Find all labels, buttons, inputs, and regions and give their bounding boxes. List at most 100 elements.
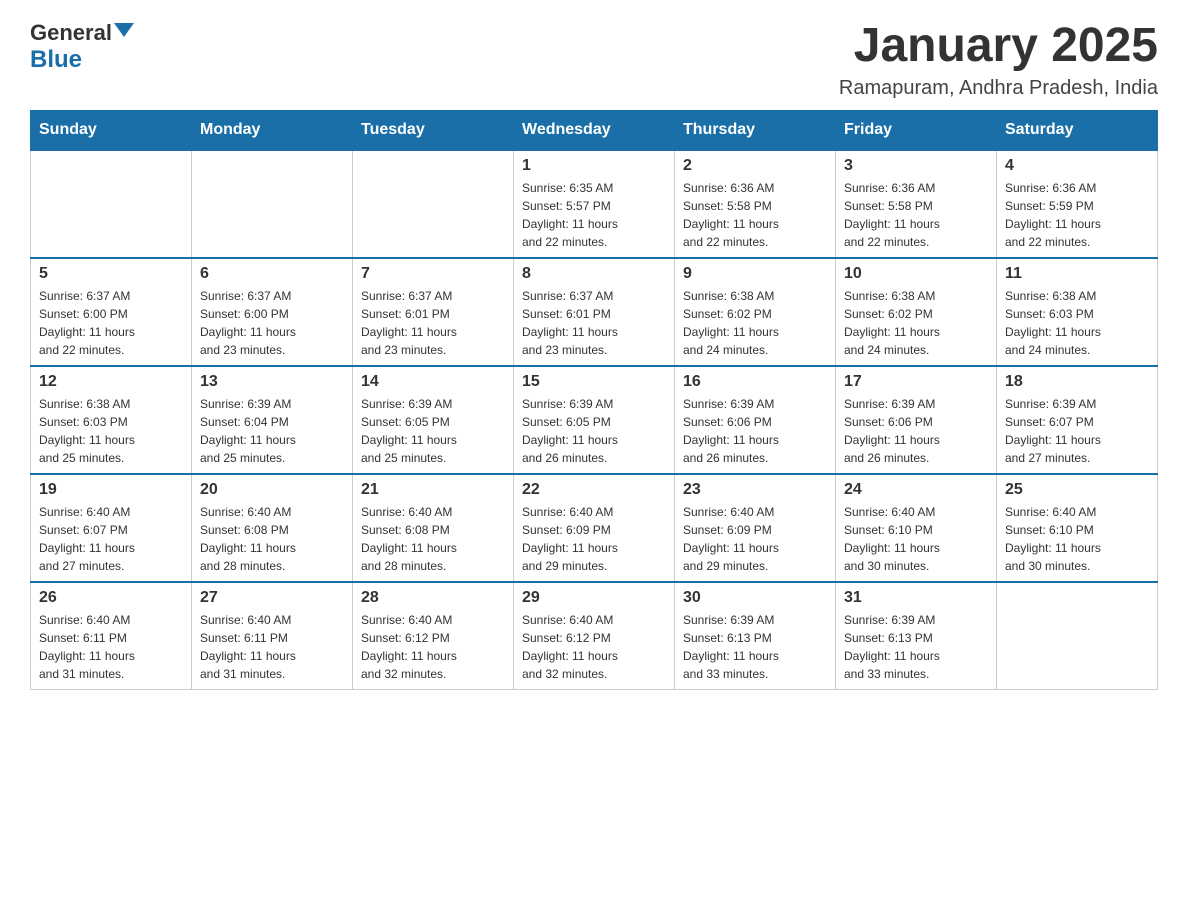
logo-general: General (30, 20, 112, 46)
calendar-cell: 9Sunrise: 6:38 AM Sunset: 6:02 PM Daylig… (675, 258, 836, 366)
calendar-cell: 10 Sunrise: 6:38 AM Sunset: 6:02 PM Dayli… (836, 258, 997, 366)
calendar-cell: 30 Sunrise: 6:39 AM Sunset: 6:13 PM Dayli… (675, 582, 836, 690)
day-number: 4 (1005, 157, 1149, 175)
calendar-cell: 22 Sunrise: 6:40 AM Sunset: 6:09 PM Dayli… (514, 474, 675, 582)
calendar-week-row: 26Sunrise: 6:40 AM Sunset: 6:11 PM Dayli… (31, 582, 1158, 690)
day-info: Sunrise: 6:39 AM Sunset: 6:06 PM Dayligh… (683, 395, 827, 467)
calendar-cell: 18 Sunrise: 6:39 AM Sunset: 6:07 PM Dayli… (997, 366, 1158, 474)
day-info: Sunrise: 6:40 AM Sunset: 6:08 PM Dayligh… (361, 503, 505, 575)
day-info: Sunrise: 6:38 AM Sunset: 6:02 PM Dayligh… (844, 287, 988, 359)
calendar-cell: 4 Sunrise: 6:36 AM Sunset: 5:59 PM Daylig… (997, 150, 1158, 258)
title-block: January 2025 Ramapuram, Andhra Pradesh, … (839, 20, 1158, 100)
calendar-cell: 8Sunrise: 6:37 AM Sunset: 6:01 PM Daylig… (514, 258, 675, 366)
day-info: Sunrise: 6:38 AM Sunset: 6:03 PM Dayligh… (1005, 287, 1149, 359)
day-info: Sunrise: 6:40 AM Sunset: 6:07 PM Dayligh… (39, 503, 183, 575)
day-number: 9 (683, 265, 827, 283)
day-info: Sunrise: 6:36 AM Sunset: 5:58 PM Dayligh… (683, 179, 827, 251)
calendar-cell: 13Sunrise: 6:39 AM Sunset: 6:04 PM Dayli… (192, 366, 353, 474)
day-number: 7 (361, 265, 505, 283)
day-number: 30 (683, 589, 827, 607)
calendar-cell: 17Sunrise: 6:39 AM Sunset: 6:06 PM Dayli… (836, 366, 997, 474)
calendar-cell: 19Sunrise: 6:40 AM Sunset: 6:07 PM Dayli… (31, 474, 192, 582)
page-header: General Blue January 2025 Ramapuram, And… (30, 20, 1158, 100)
day-number: 24 (844, 481, 988, 499)
day-number: 12 (39, 373, 183, 391)
day-number: 2 (683, 157, 827, 175)
calendar-cell: 20 Sunrise: 6:40 AM Sunset: 6:08 PM Dayli… (192, 474, 353, 582)
day-info: Sunrise: 6:35 AM Sunset: 5:57 PM Dayligh… (522, 179, 666, 251)
calendar-cell: 23 Sunrise: 6:40 AM Sunset: 6:09 PM Dayli… (675, 474, 836, 582)
calendar-cell: 14Sunrise: 6:39 AM Sunset: 6:05 PM Dayli… (353, 366, 514, 474)
calendar-cell: 29Sunrise: 6:40 AM Sunset: 6:12 PM Dayli… (514, 582, 675, 690)
calendar-cell: 2 Sunrise: 6:36 AM Sunset: 5:58 PM Daylig… (675, 150, 836, 258)
day-info: Sunrise: 6:37 AM Sunset: 6:00 PM Dayligh… (200, 287, 344, 359)
day-info: Sunrise: 6:39 AM Sunset: 6:04 PM Dayligh… (200, 395, 344, 467)
day-number: 6 (200, 265, 344, 283)
day-info: Sunrise: 6:40 AM Sunset: 6:08 PM Dayligh… (200, 503, 344, 575)
location-title: Ramapuram, Andhra Pradesh, India (839, 77, 1158, 100)
calendar-header-row: SundayMondayTuesdayWednesdayThursdayFrid… (31, 110, 1158, 150)
calendar-week-row: 1 Sunrise: 6:35 AM Sunset: 5:57 PM Daylig… (31, 150, 1158, 258)
day-info: Sunrise: 6:39 AM Sunset: 6:13 PM Dayligh… (844, 611, 988, 683)
day-number: 21 (361, 481, 505, 499)
day-info: Sunrise: 6:39 AM Sunset: 6:07 PM Dayligh… (1005, 395, 1149, 467)
day-of-week-header: Tuesday (353, 110, 514, 150)
calendar-cell: 16 Sunrise: 6:39 AM Sunset: 6:06 PM Dayli… (675, 366, 836, 474)
day-number: 22 (522, 481, 666, 499)
day-number: 29 (522, 589, 666, 607)
logo: General Blue (30, 20, 134, 75)
day-info: Sunrise: 6:40 AM Sunset: 6:09 PM Dayligh… (522, 503, 666, 575)
day-number: 10 (844, 265, 988, 283)
day-number: 8 (522, 265, 666, 283)
calendar-cell (31, 150, 192, 258)
calendar-week-row: 19Sunrise: 6:40 AM Sunset: 6:07 PM Dayli… (31, 474, 1158, 582)
day-info: Sunrise: 6:39 AM Sunset: 6:13 PM Dayligh… (683, 611, 827, 683)
day-number: 28 (361, 589, 505, 607)
day-info: Sunrise: 6:40 AM Sunset: 6:10 PM Dayligh… (844, 503, 988, 575)
day-info: Sunrise: 6:38 AM Sunset: 6:03 PM Dayligh… (39, 395, 183, 467)
day-of-week-header: Monday (192, 110, 353, 150)
calendar-cell: 7Sunrise: 6:37 AM Sunset: 6:01 PM Daylig… (353, 258, 514, 366)
day-of-week-header: Friday (836, 110, 997, 150)
day-info: Sunrise: 6:36 AM Sunset: 5:58 PM Dayligh… (844, 179, 988, 251)
month-title: January 2025 (839, 20, 1158, 73)
day-info: Sunrise: 6:37 AM Sunset: 6:00 PM Dayligh… (39, 287, 183, 359)
calendar-cell: 11 Sunrise: 6:38 AM Sunset: 6:03 PM Dayli… (997, 258, 1158, 366)
day-number: 20 (200, 481, 344, 499)
calendar-cell: 5 Sunrise: 6:37 AM Sunset: 6:00 PM Daylig… (31, 258, 192, 366)
day-of-week-header: Sunday (31, 110, 192, 150)
logo-triangle-icon (114, 23, 134, 37)
calendar-table: SundayMondayTuesdayWednesdayThursdayFrid… (30, 110, 1158, 690)
calendar-week-row: 5 Sunrise: 6:37 AM Sunset: 6:00 PM Daylig… (31, 258, 1158, 366)
calendar-cell: 15 Sunrise: 6:39 AM Sunset: 6:05 PM Dayli… (514, 366, 675, 474)
day-number: 17 (844, 373, 988, 391)
day-of-week-header: Wednesday (514, 110, 675, 150)
day-info: Sunrise: 6:40 AM Sunset: 6:09 PM Dayligh… (683, 503, 827, 575)
day-info: Sunrise: 6:39 AM Sunset: 6:05 PM Dayligh… (361, 395, 505, 467)
day-info: Sunrise: 6:36 AM Sunset: 5:59 PM Dayligh… (1005, 179, 1149, 251)
day-number: 18 (1005, 373, 1149, 391)
calendar-cell: 6 Sunrise: 6:37 AM Sunset: 6:00 PM Daylig… (192, 258, 353, 366)
day-number: 23 (683, 481, 827, 499)
calendar-cell: 24 Sunrise: 6:40 AM Sunset: 6:10 PM Dayli… (836, 474, 997, 582)
day-number: 1 (522, 157, 666, 175)
day-number: 26 (39, 589, 183, 607)
day-of-week-header: Saturday (997, 110, 1158, 150)
day-of-week-header: Thursday (675, 110, 836, 150)
day-number: 5 (39, 265, 183, 283)
calendar-cell: 12 Sunrise: 6:38 AM Sunset: 6:03 PM Dayli… (31, 366, 192, 474)
calendar-week-row: 12 Sunrise: 6:38 AM Sunset: 6:03 PM Dayli… (31, 366, 1158, 474)
day-number: 3 (844, 157, 988, 175)
day-number: 15 (522, 373, 666, 391)
day-info: Sunrise: 6:39 AM Sunset: 6:05 PM Dayligh… (522, 395, 666, 467)
logo-blue: Blue (30, 46, 82, 75)
calendar-cell: 28Sunrise: 6:40 AM Sunset: 6:12 PM Dayli… (353, 582, 514, 690)
day-number: 25 (1005, 481, 1149, 499)
day-number: 27 (200, 589, 344, 607)
day-number: 16 (683, 373, 827, 391)
calendar-cell: 26Sunrise: 6:40 AM Sunset: 6:11 PM Dayli… (31, 582, 192, 690)
day-number: 11 (1005, 265, 1149, 283)
calendar-cell: 25Sunrise: 6:40 AM Sunset: 6:10 PM Dayli… (997, 474, 1158, 582)
calendar-cell: 27Sunrise: 6:40 AM Sunset: 6:11 PM Dayli… (192, 582, 353, 690)
day-number: 31 (844, 589, 988, 607)
